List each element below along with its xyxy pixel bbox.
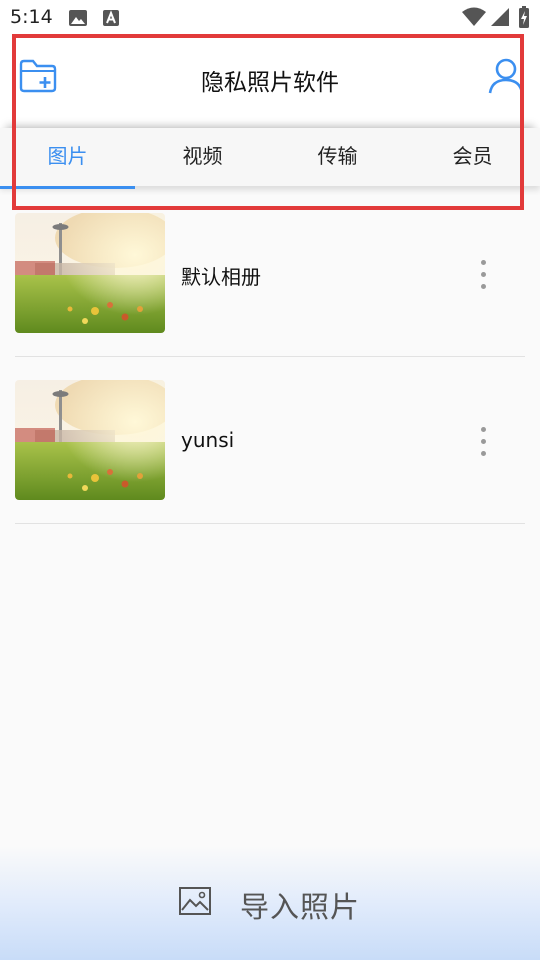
tab-bar: 图片 视频 传输 会员 <box>0 128 540 186</box>
active-tab-indicator <box>0 186 135 189</box>
more-options-button[interactable] <box>469 255 499 295</box>
status-bar: 5:14 <box>0 0 540 36</box>
album-item[interactable]: yunsi <box>15 380 525 530</box>
image-frame-icon <box>178 886 212 920</box>
import-label: 导入照片 <box>240 890 361 924</box>
battery-charging-icon <box>518 5 530 33</box>
page-title: 隐私照片软件 <box>201 70 339 96</box>
app-bar: 隐私照片软件 <box>0 36 540 128</box>
more-options-button[interactable] <box>469 422 499 462</box>
tab-membership[interactable]: 会员 <box>405 128 540 186</box>
status-time: 5:14 <box>10 6 53 28</box>
text-a-icon <box>102 9 120 31</box>
divider <box>15 523 525 524</box>
album-thumbnail <box>15 213 165 333</box>
import-bar: 导入照片 <box>0 846 540 960</box>
image-icon <box>68 9 88 31</box>
signal-icon <box>490 7 510 31</box>
user-icon <box>486 58 526 100</box>
album-thumbnail <box>15 380 165 500</box>
wifi-icon <box>462 7 486 31</box>
album-item[interactable]: 默认相册 <box>15 213 525 363</box>
import-photos-button[interactable]: 导入照片 <box>170 878 380 928</box>
tab-photos[interactable]: 图片 <box>0 128 135 186</box>
tab-videos[interactable]: 视频 <box>135 128 270 186</box>
tab-transfer[interactable]: 传输 <box>270 128 405 186</box>
divider <box>15 356 525 357</box>
user-profile-button[interactable] <box>486 56 530 100</box>
app-screen: 5:14 隐私照片软件 图片 视频 传输 会员 默认相册 yunsi 导入照片 <box>0 0 540 960</box>
album-name: 默认相册 <box>181 265 261 289</box>
album-name: yunsi <box>181 428 235 452</box>
